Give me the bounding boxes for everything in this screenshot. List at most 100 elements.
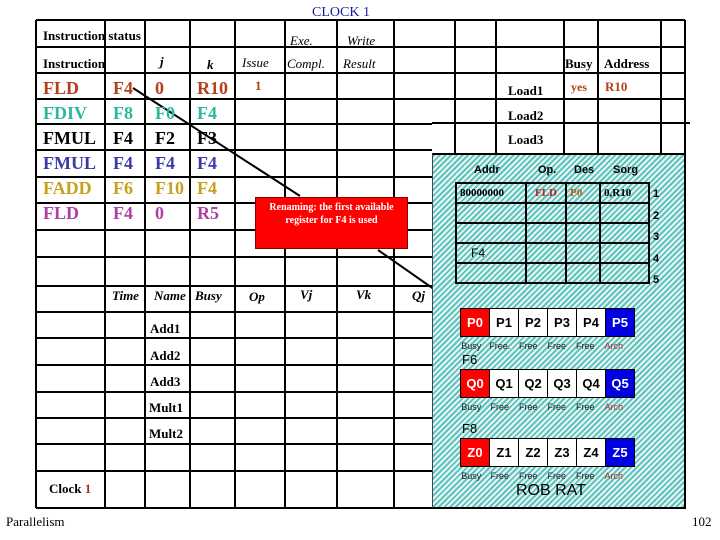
instr-dest: F6 xyxy=(113,178,133,198)
rs-op-header: Op xyxy=(249,289,265,304)
load1-address: R10 xyxy=(605,79,628,94)
clock-title: CLOCK 1 xyxy=(312,5,370,20)
register-status: Free xyxy=(518,341,538,351)
physical-register: Z2 xyxy=(519,439,548,466)
write-header-top: Write xyxy=(347,33,376,48)
register-status: Free xyxy=(518,402,538,412)
instr-op: FLD xyxy=(43,203,79,223)
instr-dest: F8 xyxy=(113,103,133,123)
rob-row-number: 2 xyxy=(653,209,660,222)
rob-row: F4 xyxy=(455,242,650,264)
instr-dest: F4 xyxy=(113,128,133,148)
rs-add1: Add1 xyxy=(150,321,181,336)
register-status: Free xyxy=(547,402,566,412)
register-status: Free xyxy=(518,471,538,481)
instr-op: FADD xyxy=(43,178,92,198)
rs-add3: Add3 xyxy=(150,374,181,389)
register-status: Busy xyxy=(461,471,482,481)
renaming-note: Renaming: the first available register f… xyxy=(255,197,408,249)
instr-j: F0 xyxy=(155,103,175,123)
rob-addr-header: Addr xyxy=(474,164,500,176)
instr-k: R5 xyxy=(197,203,219,223)
rs-mult1: Mult1 xyxy=(149,400,183,415)
register-status: Arch xyxy=(604,402,623,412)
address-header: Address xyxy=(604,56,650,71)
clock-text: Clock xyxy=(49,481,82,496)
physical-register: P3 xyxy=(548,309,577,336)
register-status: Free xyxy=(575,471,595,481)
rob-row-number: 3 xyxy=(653,231,660,243)
rat-status-row: Busy Free. Free Free Free Arch xyxy=(457,341,628,351)
physical-register: P4 xyxy=(577,309,606,336)
register-status: Free xyxy=(490,402,509,412)
register-status: Busy xyxy=(461,341,482,351)
rat-status-row: Busy Free Free Free Free Arch xyxy=(457,402,628,412)
physical-register: P1 xyxy=(490,309,519,336)
physical-register: Q4 xyxy=(577,370,606,397)
rs-name-header: Name xyxy=(154,288,186,303)
rs-busy-header: Busy xyxy=(195,288,222,303)
register-status: Busy xyxy=(461,402,482,412)
rob-row xyxy=(455,262,650,284)
exe-header-top: Exe. xyxy=(290,33,313,48)
instr-op: FMUL xyxy=(43,153,96,173)
j-header: j xyxy=(160,54,164,69)
clock-label: Clock 1 xyxy=(49,482,91,495)
instr-k: F4 xyxy=(197,153,217,173)
instr-k: R10 xyxy=(197,78,228,98)
rob-row: 80000000 FLD P0 0,R10 xyxy=(455,182,650,204)
load2-label: Load2 xyxy=(508,108,544,123)
load1-busy: yes xyxy=(571,80,587,94)
rat-f4-label: F4 xyxy=(455,242,527,264)
busy-header: Busy xyxy=(565,56,593,71)
register-status: Arch xyxy=(604,341,623,351)
instr-k: F3 xyxy=(197,128,217,148)
rat-register-row: P0 P1 P2 P3 P4 P5 xyxy=(460,308,635,337)
instr-op: FDIV xyxy=(43,103,87,123)
rob-sorg-header: Sorg xyxy=(613,164,639,176)
instr-dest: F4 xyxy=(113,153,133,173)
instr-j: F10 xyxy=(155,178,184,198)
clock-value: 1 xyxy=(84,481,92,496)
instr-j: 0 xyxy=(155,78,164,98)
register-status: Free xyxy=(490,471,509,481)
instruction-status-heading: Instruction status xyxy=(43,28,141,43)
physical-register: Z0 xyxy=(461,439,490,466)
physical-register: Z4 xyxy=(577,439,606,466)
physical-register: Z1 xyxy=(490,439,519,466)
rob-row-number: 4 xyxy=(653,252,660,265)
rs-time-header: Time xyxy=(112,288,139,303)
rat-f8-label: F8 xyxy=(462,421,478,436)
write-header: Result xyxy=(343,56,376,71)
rob-row-number: 5 xyxy=(653,274,660,286)
rs-qj-header: Qj xyxy=(412,288,425,303)
page-number: 102 xyxy=(692,514,712,529)
k-header: k xyxy=(207,57,214,72)
rob-row xyxy=(455,222,650,244)
footer-title: Parallelism xyxy=(6,514,65,529)
instr-k: F4 xyxy=(197,178,217,198)
instr-j: 0 xyxy=(155,203,164,223)
rob-table: 80000000 FLD P0 0,R10 F4 xyxy=(455,182,650,284)
instr-op: FMUL xyxy=(43,128,96,148)
rob-des: P0 xyxy=(565,182,601,204)
rob-rat-label: ROB RAT xyxy=(516,482,586,499)
register-status: Free xyxy=(547,471,566,481)
rob-row-number: 1 xyxy=(653,188,660,200)
physical-register: P2 xyxy=(519,309,548,336)
rs-add2: Add2 xyxy=(150,348,181,363)
register-status: Free. xyxy=(489,341,511,351)
rs-mult2: Mult2 xyxy=(149,426,183,441)
physical-register: Z3 xyxy=(548,439,577,466)
physical-register: Q2 xyxy=(519,370,548,397)
instr-j: F2 xyxy=(155,128,175,148)
rat-status-row: Busy Free Free Free Free Arch xyxy=(457,471,628,481)
instr-k: F4 xyxy=(197,103,217,123)
load3-label: Load3 xyxy=(508,132,544,147)
register-status: Free xyxy=(547,341,566,351)
physical-register: Q1 xyxy=(490,370,519,397)
exe-header: Compl. xyxy=(287,56,325,71)
rob-addr: 80000000 xyxy=(455,182,527,204)
rs-vj-header: Vj xyxy=(300,287,313,302)
physical-register: P0 xyxy=(461,309,490,336)
